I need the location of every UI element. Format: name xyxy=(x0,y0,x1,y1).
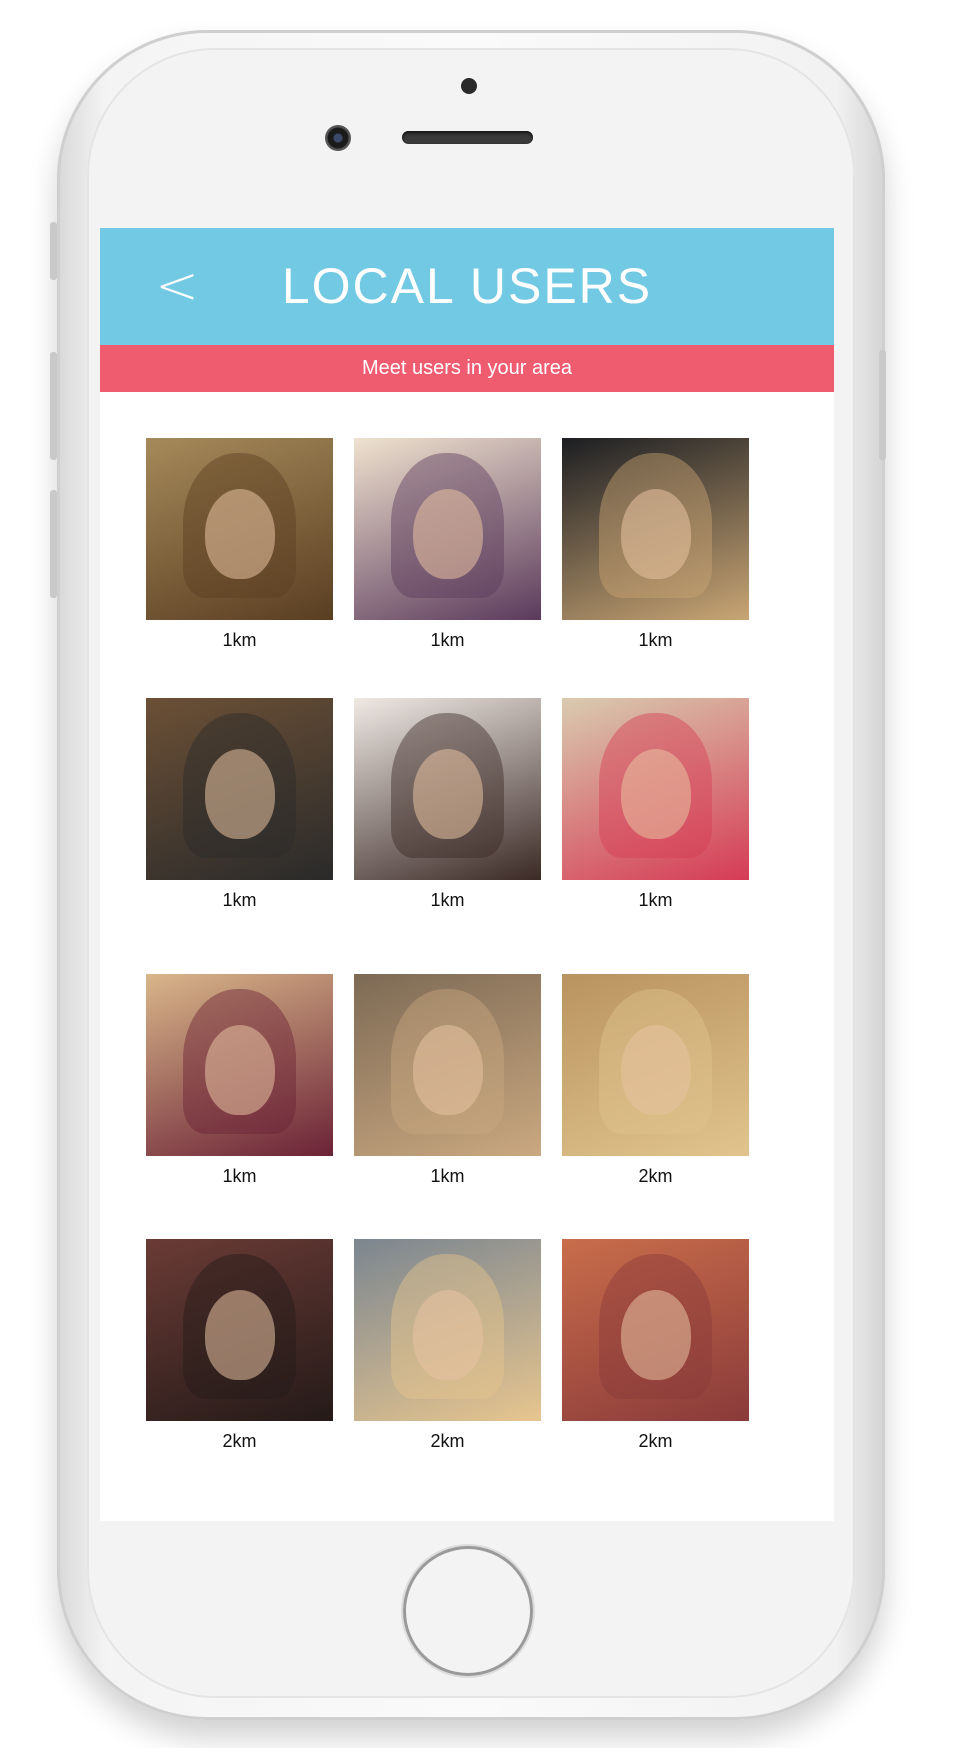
photo-face-shape xyxy=(620,1024,691,1115)
user-photo[interactable] xyxy=(354,974,541,1156)
user-card[interactable]: 1km xyxy=(562,698,749,911)
user-photo[interactable] xyxy=(146,1239,333,1421)
photo-face-shape xyxy=(204,748,275,839)
user-photo[interactable] xyxy=(562,438,749,620)
user-card[interactable]: 1km xyxy=(354,698,541,911)
mute-switch xyxy=(50,222,57,280)
user-photo[interactable] xyxy=(354,698,541,880)
user-card[interactable]: 2km xyxy=(354,1239,541,1452)
user-card[interactable]: 1km xyxy=(562,438,749,651)
user-photo[interactable] xyxy=(146,698,333,880)
volume-up-button xyxy=(50,352,57,460)
user-distance: 1km xyxy=(430,1166,465,1186)
photo-face-shape xyxy=(412,748,483,839)
user-photo[interactable] xyxy=(354,1239,541,1421)
user-distance: 2km xyxy=(638,1431,673,1451)
user-card[interactable]: 1km xyxy=(354,974,541,1187)
user-distance: 1km xyxy=(222,1166,257,1186)
user-card[interactable]: 2km xyxy=(562,974,749,1187)
user-card[interactable]: 2km xyxy=(146,1239,333,1452)
user-card[interactable]: 1km xyxy=(146,698,333,911)
user-distance: 1km xyxy=(638,890,673,910)
page-title: LOCAL USERS xyxy=(281,258,653,314)
photo-face-shape xyxy=(620,1289,691,1380)
user-distance: 1km xyxy=(430,630,465,650)
photo-face-shape xyxy=(412,1024,483,1115)
app-header: < LOCAL USERS xyxy=(100,228,834,345)
user-distance: 2km xyxy=(222,1431,257,1451)
photo-face-shape xyxy=(412,488,483,579)
volume-down-button xyxy=(50,490,57,598)
front-camera xyxy=(325,125,351,151)
user-photo[interactable] xyxy=(562,1239,749,1421)
user-photo[interactable] xyxy=(146,438,333,620)
app-screen: < LOCAL USERS Meet users in your area 1k… xyxy=(100,228,834,1521)
user-card[interactable]: 1km xyxy=(146,438,333,651)
user-card[interactable]: 2km xyxy=(562,1239,749,1452)
user-photo[interactable] xyxy=(562,974,749,1156)
user-distance: 2km xyxy=(638,1166,673,1186)
user-distance: 1km xyxy=(222,890,257,910)
user-distance: 2km xyxy=(430,1431,465,1451)
user-photo[interactable] xyxy=(146,974,333,1156)
user-distance: 1km xyxy=(222,630,257,650)
user-card[interactable]: 1km xyxy=(146,974,333,1187)
home-button[interactable] xyxy=(403,1546,533,1676)
photo-face-shape xyxy=(620,748,691,839)
subheader-banner: Meet users in your area xyxy=(100,345,834,392)
user-card[interactable]: 1km xyxy=(354,438,541,651)
user-distance: 1km xyxy=(638,630,673,650)
photo-face-shape xyxy=(204,488,275,579)
power-button xyxy=(879,350,886,460)
photo-face-shape xyxy=(204,1289,275,1380)
photo-face-shape xyxy=(620,488,691,579)
photo-face-shape xyxy=(204,1024,275,1115)
user-photo[interactable] xyxy=(562,698,749,880)
photo-face-shape xyxy=(412,1289,483,1380)
earpiece-speaker xyxy=(402,131,533,144)
user-distance: 1km xyxy=(430,890,465,910)
user-photo[interactable] xyxy=(354,438,541,620)
proximity-sensor xyxy=(461,78,477,94)
